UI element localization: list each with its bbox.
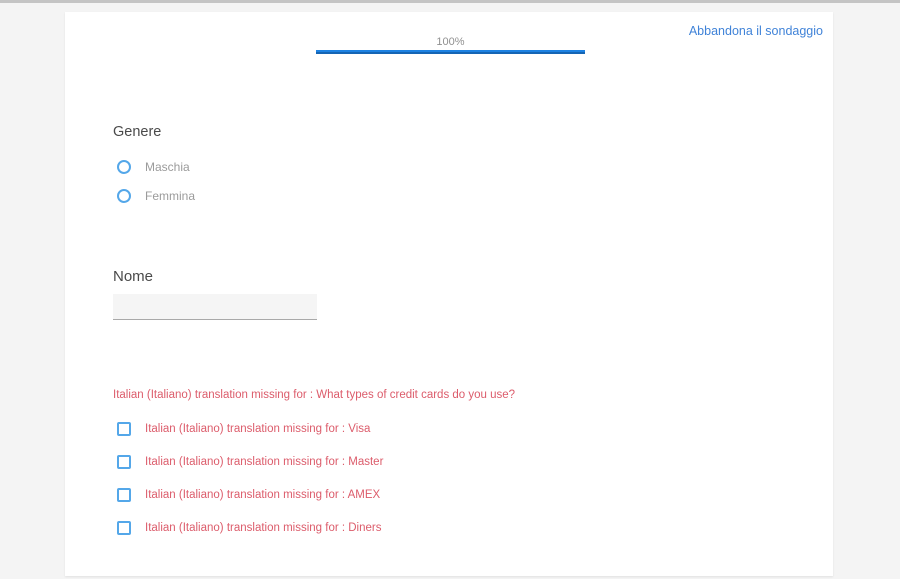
checkbox-icon[interactable] [117, 521, 131, 535]
radio-button-icon[interactable] [117, 160, 131, 174]
question-title-name: Nome [113, 268, 153, 285]
progress-percent-label: 100% [316, 36, 585, 48]
checkbox-icon[interactable] [117, 422, 131, 436]
checkbox-option-master[interactable]: Italian (Italiano) translation missing f… [117, 455, 383, 469]
progress-bar [316, 50, 585, 54]
checkbox-option-amex[interactable]: Italian (Italiano) translation missing f… [117, 488, 380, 502]
checkbox-icon[interactable] [117, 455, 131, 469]
name-text-input[interactable] [113, 294, 317, 320]
checkbox-option-visa[interactable]: Italian (Italiano) translation missing f… [117, 422, 370, 436]
radio-option-label: Maschia [145, 160, 190, 174]
survey-card: Abbandona il sondaggio 100% Genere Masch… [65, 12, 833, 576]
checkbox-option-label: Italian (Italiano) translation missing f… [145, 456, 383, 468]
top-border-bar [0, 0, 900, 3]
radio-option-label: Femmina [145, 189, 195, 203]
radio-option-maschia[interactable]: Maschia [117, 160, 190, 174]
progress-indicator: 100% [316, 36, 585, 54]
radio-button-icon[interactable] [117, 189, 131, 203]
radio-option-femmina[interactable]: Femmina [117, 189, 195, 203]
checkbox-option-label: Italian (Italiano) translation missing f… [145, 522, 382, 534]
checkbox-option-label: Italian (Italiano) translation missing f… [145, 423, 370, 435]
checkbox-icon[interactable] [117, 488, 131, 502]
question-title-gender: Genere [113, 124, 161, 140]
abandon-survey-link[interactable]: Abbandona il sondaggio [689, 24, 823, 38]
checkbox-option-label: Italian (Italiano) translation missing f… [145, 489, 380, 501]
checkbox-option-diners[interactable]: Italian (Italiano) translation missing f… [117, 521, 382, 535]
question-title-credit-cards: Italian (Italiano) translation missing f… [113, 389, 515, 401]
